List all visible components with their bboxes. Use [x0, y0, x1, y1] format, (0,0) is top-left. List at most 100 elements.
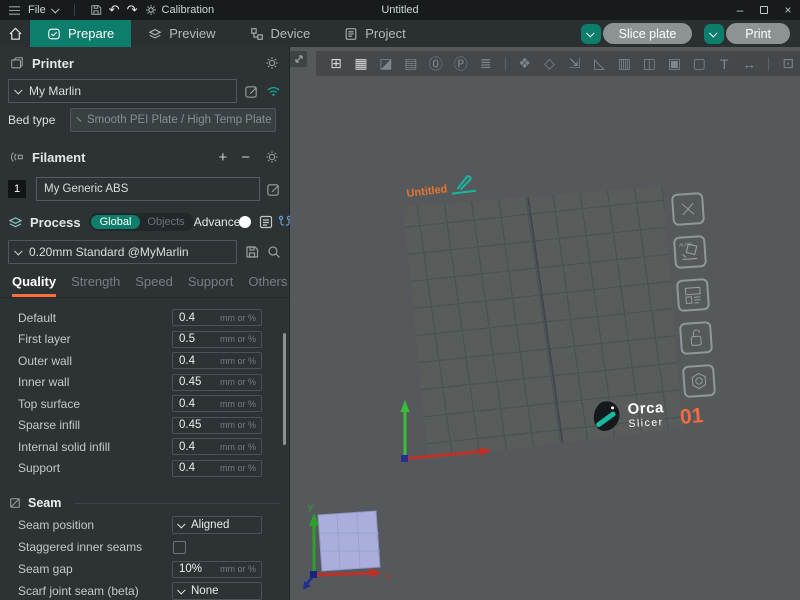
clone-icon[interactable]: ▣: [662, 55, 686, 72]
process-preset-value: 0.20mm Standard @MyMarlin: [29, 245, 189, 259]
param-input[interactable]: 0.45mm or %: [172, 417, 262, 434]
variable-layer-icon[interactable]: ▢: [687, 55, 711, 72]
sidebar-collapse-button[interactable]: [290, 51, 307, 67]
edit-printer-icon[interactable]: [244, 84, 259, 99]
calibration-gear-icon[interactable]: [145, 4, 157, 16]
hamburger-menu-icon[interactable]: [8, 5, 21, 16]
remove-filament-button[interactable]: −: [238, 149, 253, 166]
tab-device-label: Device: [271, 26, 311, 41]
param-input[interactable]: 0.45mm or %: [172, 374, 262, 391]
edit-filament-icon[interactable]: [266, 182, 281, 197]
file-menu[interactable]: File: [28, 4, 46, 16]
assembly-view-icon[interactable]: ⊡: [776, 55, 800, 72]
import-geometry-icon[interactable]: ⓪: [424, 54, 448, 74]
save-preset-icon[interactable]: [245, 245, 259, 259]
tab-device[interactable]: Device: [233, 20, 328, 47]
tab-others[interactable]: Others: [248, 274, 287, 297]
search-icon[interactable]: [267, 245, 281, 259]
bed-type-select[interactable]: Smooth PEI Plate / High Temp Plate: [70, 108, 276, 132]
add-plate-icon[interactable]: ▦: [349, 55, 373, 72]
delete-plate-button[interactable]: [671, 192, 705, 226]
print-button[interactable]: Print: [726, 23, 790, 44]
seam-gap-row: Seam gap 10%mm or %: [0, 558, 289, 580]
filament-preset-value: My Generic ABS: [44, 183, 128, 195]
param-row: Internal solid infill0.4mm or %: [0, 436, 289, 458]
file-menu-chevron-icon[interactable]: [51, 5, 59, 13]
param-input[interactable]: 0.4mm or %: [172, 438, 262, 455]
plate-name-text: Untitled: [406, 183, 448, 200]
viewport-3d[interactable]: ⊞ ▦ ◪ ▤ ⓪ Ⓟ ≣ ❖ ◇ ⇲ ◺ ▥ ◫ ▣ ▢ T ↔ ⊡ Unti…: [290, 47, 800, 600]
filament-preset-field[interactable]: My Generic ABS: [36, 177, 260, 201]
tab-support[interactable]: Support: [188, 274, 234, 297]
rotate-icon[interactable]: ◇: [538, 55, 562, 72]
import-project-icon[interactable]: Ⓟ: [449, 54, 473, 74]
chevron-down-icon: [709, 29, 717, 37]
printer-preset-row: My Marlin: [0, 79, 289, 103]
lock-plate-button[interactable]: [679, 321, 713, 355]
home-button[interactable]: [0, 20, 30, 47]
slice-dropdown-button[interactable]: [581, 24, 601, 44]
tab-project[interactable]: Project: [327, 20, 422, 47]
wifi-connection-icon[interactable]: [266, 85, 281, 97]
tab-preview[interactable]: Preview: [131, 20, 232, 47]
sidebar-scrollbar[interactable]: [283, 333, 286, 445]
param-value: 0.4: [173, 441, 195, 453]
param-input[interactable]: 0.4mm or %: [172, 395, 262, 412]
param-input[interactable]: 0.4mm or %: [172, 309, 262, 326]
staggered-seams-row: Staggered inner seams: [0, 536, 289, 558]
chevron-down-icon: [14, 86, 22, 94]
chevron-down-icon: [586, 29, 594, 37]
plate-settings-button[interactable]: [682, 364, 716, 398]
printer-preset-select[interactable]: My Marlin: [8, 79, 237, 103]
param-unit: mm or %: [220, 313, 261, 323]
parameter-list-icon[interactable]: [259, 215, 273, 229]
arrange-icon[interactable]: ▤: [399, 55, 423, 72]
scarf-seam-value: None: [191, 585, 219, 597]
param-unit: mm or %: [220, 463, 261, 473]
process-preset-select[interactable]: 0.20mm Standard @MyMarlin: [8, 240, 237, 264]
auto-orient-icon[interactable]: ◪: [374, 55, 398, 72]
undo-icon[interactable]: ↶: [109, 2, 120, 18]
chevron-down-icon: [177, 586, 185, 594]
lay-on-face-icon[interactable]: ◺: [587, 55, 611, 72]
arrange-plate-button[interactable]: [676, 278, 710, 312]
tab-prepare[interactable]: Prepare: [30, 20, 131, 47]
slice-plate-button[interactable]: Slice plate: [603, 23, 693, 44]
scale-icon[interactable]: ⇲: [563, 55, 587, 72]
param-input[interactable]: 0.4mm or %: [172, 352, 262, 369]
move-icon[interactable]: ❖: [513, 55, 537, 72]
seam-gap-input[interactable]: 10%mm or %: [172, 561, 262, 578]
redo-icon[interactable]: ↷: [127, 2, 138, 18]
seam-section-title: Seam: [28, 496, 61, 510]
tab-speed[interactable]: Speed: [135, 274, 173, 297]
split-parts-icon[interactable]: ◫: [637, 55, 661, 72]
minimize-button[interactable]: –: [728, 0, 752, 20]
param-unit: mm or %: [220, 377, 261, 387]
printer-icon: [10, 56, 24, 70]
calibration-menu[interactable]: Calibration: [162, 4, 215, 16]
split-objects-icon[interactable]: ▥: [612, 55, 636, 72]
maximize-button[interactable]: [752, 0, 776, 20]
layers-icon[interactable]: ≣: [474, 55, 498, 72]
edit-plate-name-button[interactable]: [450, 173, 476, 195]
scope-global-button[interactable]: Global: [91, 215, 141, 229]
staggered-seams-checkbox[interactable]: [173, 541, 186, 554]
scope-objects-button[interactable]: Objects: [140, 215, 191, 229]
param-input[interactable]: 0.5mm or %: [172, 331, 262, 348]
printer-settings-gear-icon[interactable]: [265, 56, 279, 70]
save-icon[interactable]: [90, 4, 102, 16]
tab-quality[interactable]: Quality: [12, 274, 56, 297]
close-button[interactable]: ×: [776, 0, 800, 20]
add-object-icon[interactable]: ⊞: [324, 55, 348, 72]
param-input[interactable]: 0.4mm or %: [172, 460, 262, 477]
text-icon[interactable]: T: [712, 56, 736, 72]
measure-icon[interactable]: ↔: [737, 56, 761, 72]
print-dropdown-button[interactable]: [704, 24, 724, 44]
scarf-seam-select[interactable]: None: [172, 582, 262, 600]
auto-orient-plate-button[interactable]: AUTO: [673, 235, 707, 269]
filament-settings-gear-icon[interactable]: [265, 150, 279, 164]
add-filament-button[interactable]: +: [215, 149, 230, 166]
tab-strength[interactable]: Strength: [71, 274, 120, 297]
plate-thumbnail[interactable]: y x: [298, 499, 394, 599]
seam-position-select[interactable]: Aligned: [172, 516, 262, 534]
